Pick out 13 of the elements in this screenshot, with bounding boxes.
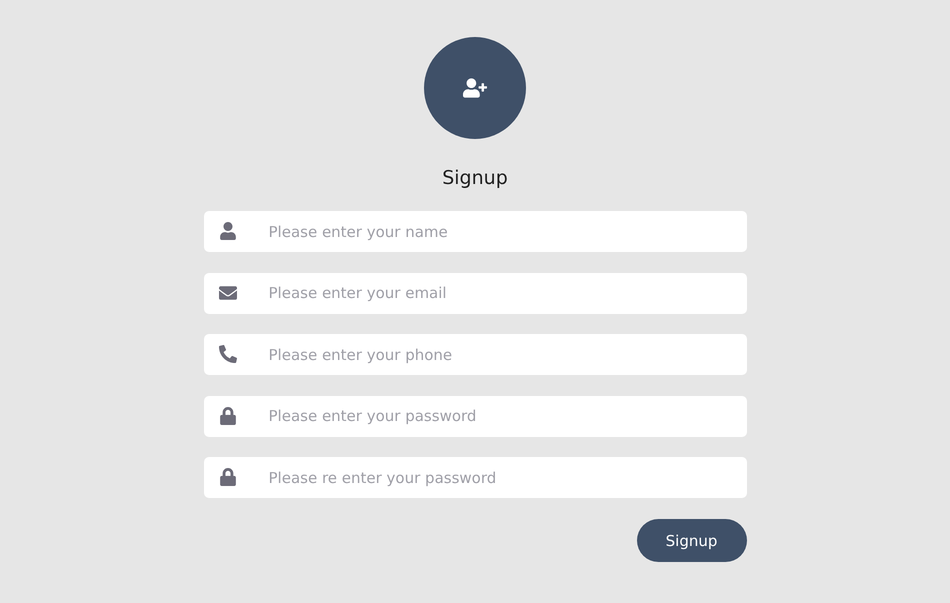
signup-button[interactable]: Signup	[636, 519, 746, 562]
add-user-icon	[463, 76, 487, 100]
form-title: Signup	[442, 166, 508, 191]
phone-icon	[218, 345, 236, 363]
input-field[interactable]: Please enter your phone	[204, 334, 746, 375]
envelope-icon	[218, 284, 236, 302]
input-field[interactable]: Please re enter your password	[204, 457, 746, 498]
person-icon	[218, 222, 236, 240]
input-field[interactable]: Please enter your name	[204, 211, 746, 252]
input-field[interactable]: Please enter your email	[204, 272, 746, 314]
lock-icon	[218, 406, 236, 424]
input-field[interactable]: Please enter your password	[204, 396, 746, 436]
lock-icon	[218, 468, 236, 486]
